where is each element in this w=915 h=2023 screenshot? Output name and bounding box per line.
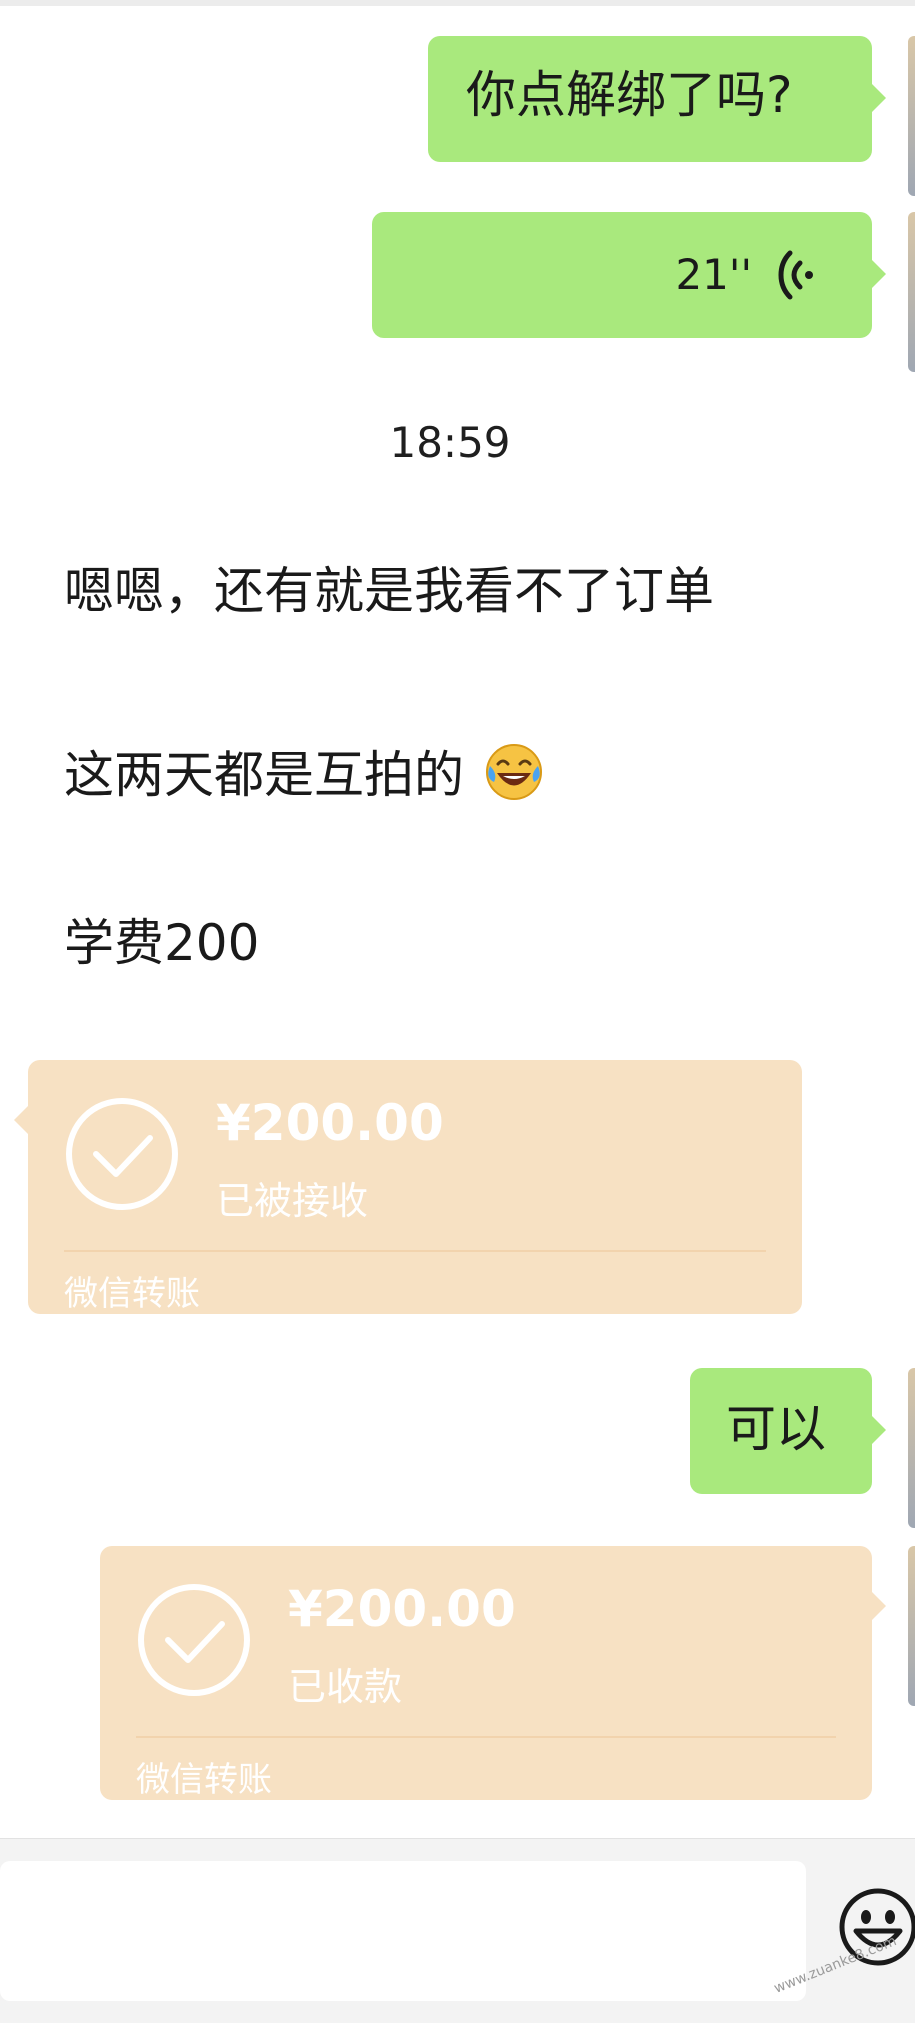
transfer-status: 已收款	[288, 1665, 403, 1709]
transfer-card[interactable]: ¥200.00 已收款 微信转账	[100, 1546, 886, 1800]
message-text: 嗯嗯，还有就是我看不了订单	[64, 562, 714, 620]
chat-timestamp: 18:59	[389, 418, 511, 467]
message-text: 学费200	[64, 914, 260, 972]
transfer-brand-label: 微信转账	[136, 1760, 272, 1800]
transfer-brand-label: 微信转账	[64, 1274, 200, 1314]
transfer-amount: ¥200.00	[216, 1094, 444, 1152]
self-avatar[interactable]	[908, 1368, 915, 1528]
tears-of-joy-emoji	[485, 744, 542, 800]
received-message-bubble[interactable]: 嗯嗯，还有就是我看不了订单	[26, 530, 796, 650]
voice-duration: 21''	[675, 250, 752, 299]
voice-wave-icon	[778, 250, 813, 300]
transfer-divider	[136, 1736, 836, 1738]
transfer-amount: ¥200.00	[288, 1580, 516, 1638]
self-avatar[interactable]	[908, 212, 915, 372]
top-divider	[0, 0, 915, 6]
sent-message-bubble[interactable]: 你点解绑了吗?	[428, 36, 886, 162]
transfer-divider	[64, 1250, 766, 1252]
message-text: 可以	[726, 1400, 826, 1458]
transfer-card[interactable]: ¥200.00 已被接收 微信转账	[14, 1060, 802, 1314]
check-circle-icon	[66, 1098, 178, 1210]
transfer-status: 已被接收	[216, 1179, 369, 1223]
message-text: 这两天都是互拍的	[64, 746, 464, 804]
sent-message-bubble[interactable]: 可以	[690, 1368, 886, 1494]
self-avatar[interactable]	[908, 1546, 915, 1706]
check-circle-icon	[138, 1584, 250, 1696]
received-message-bubble[interactable]: 学费200	[26, 882, 316, 1002]
self-avatar[interactable]	[908, 36, 915, 196]
received-message-bubble[interactable]: 这两天都是互拍的	[26, 706, 606, 826]
voice-message-bubble[interactable]: 21''	[372, 212, 886, 338]
message-text: 你点解绑了吗?	[466, 66, 793, 124]
chat-input-bar: www.zuanke8.com	[0, 1838, 915, 2023]
message-input[interactable]	[0, 1861, 806, 2001]
